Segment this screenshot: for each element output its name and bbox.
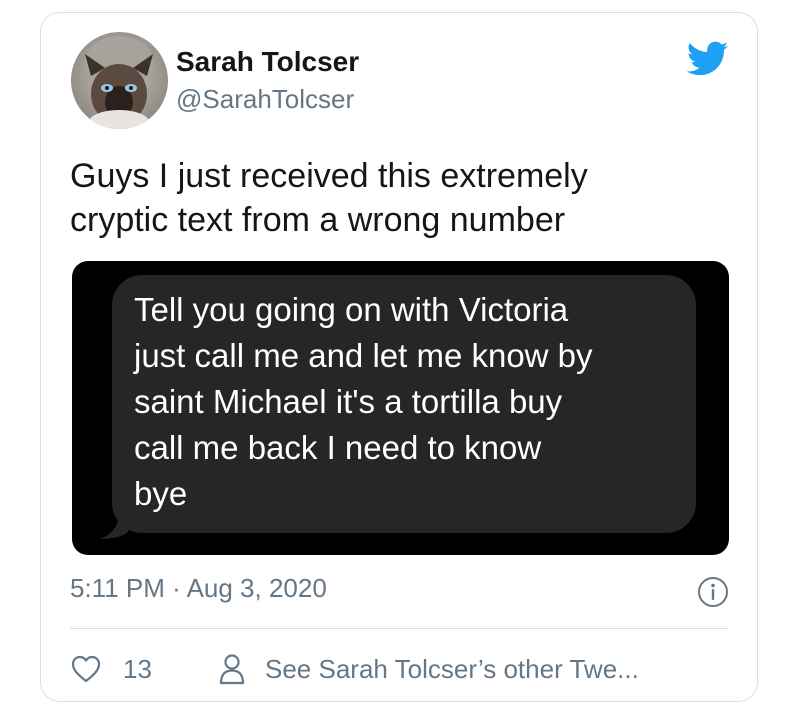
tweet-text-line: Guys I just received this extremely <box>70 157 588 195</box>
heart-icon <box>71 655 101 683</box>
like-count: 13 <box>123 653 152 684</box>
user-handle[interactable]: @SarahTolcser <box>176 84 354 115</box>
divider <box>70 628 729 629</box>
twitter-bird-icon[interactable] <box>686 41 729 77</box>
message-line: bye <box>134 475 188 512</box>
see-other-tweets-label: See Sarah Tolcser’s other Twe... <box>265 653 639 684</box>
tweet-timestamp[interactable]: 5:11 PM · Aug 3, 2020 <box>70 573 327 604</box>
display-name[interactable]: Sarah Tolcser <box>176 46 359 78</box>
message-line: call me back I need to know <box>134 429 542 466</box>
tweet-card: Sarah Tolcser @SarahTolcser Guys I just … <box>40 12 758 702</box>
avatar[interactable] <box>71 32 168 129</box>
tweet-text: Guys I just received this extremely cryp… <box>70 154 710 242</box>
avatar-image <box>71 32 168 129</box>
person-icon <box>219 654 245 685</box>
message-text: Tell you going on with Victoria just cal… <box>134 287 593 517</box>
message-line: just call me and let me know by <box>134 337 593 374</box>
see-other-tweets-link[interactable]: See Sarah Tolcser’s other Twe... <box>219 651 639 687</box>
message-line: Tell you going on with Victoria <box>134 291 569 328</box>
tweet-text-line: cryptic text from a wrong number <box>70 201 566 239</box>
like-button[interactable]: 13 <box>71 651 152 687</box>
info-icon[interactable] <box>697 576 729 608</box>
message-line: saint Michael it's a tortilla buy <box>134 383 563 420</box>
tweet-media-screenshot[interactable]: Tell you going on with Victoria just cal… <box>72 261 729 555</box>
